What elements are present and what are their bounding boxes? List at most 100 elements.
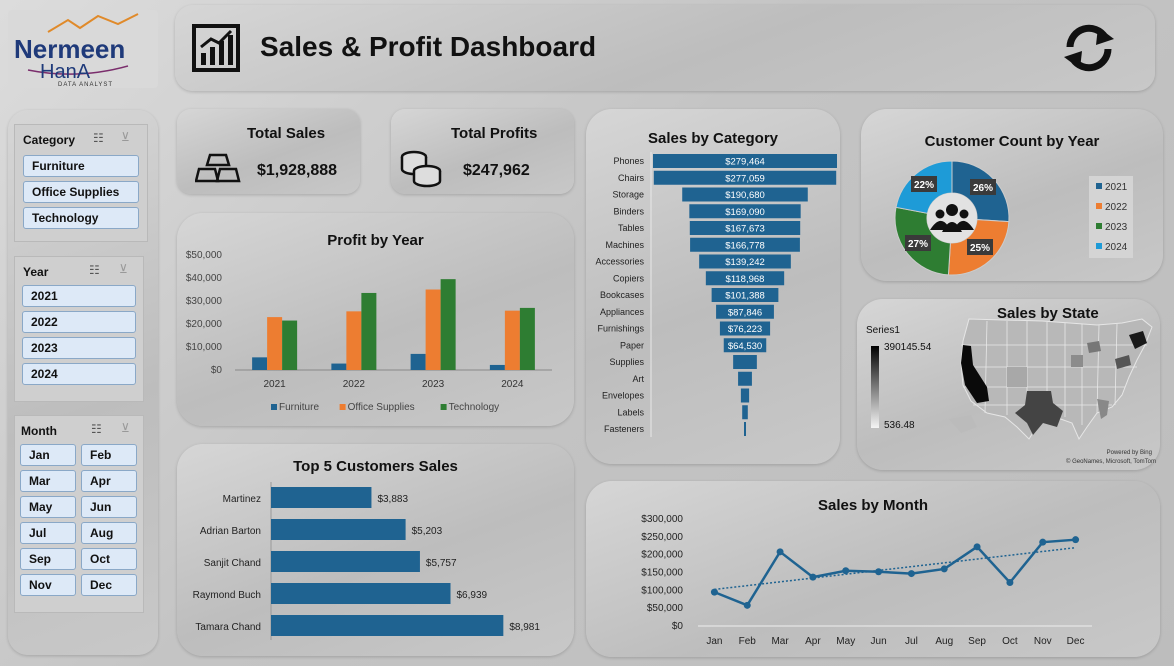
slicer-item-technology[interactable]: Technology [23,207,139,229]
data-label: $101,388 [725,291,765,302]
data-label: $277,059 [725,173,765,184]
x-tick-label: Mar [771,636,789,647]
data-label: 26% [973,183,993,194]
category-label: Bookcases [600,290,645,300]
legend-swatch [339,404,346,410]
slicer-item-mar[interactable]: Mar [20,470,76,492]
x-tick-label: 2022 [343,379,366,390]
kpi-total-sales: Total Sales $1,928,888 [177,109,360,194]
legend-swatch [1096,183,1102,189]
data-label: $5,757 [426,558,457,569]
logo: Nermeen HanA DATA ANALYST [8,10,158,88]
slicer-item-jul[interactable]: Jul [20,522,76,544]
data-label: 25% [970,243,990,254]
clear-filter-icon[interactable]: ⊻ [119,262,128,276]
x-tick-label: Jun [871,636,887,647]
slicer-item-may[interactable]: May [20,496,76,518]
y-tick-label: $0 [672,621,684,632]
data-point [907,570,915,578]
category-bar [738,371,752,386]
slicer-item-2023[interactable]: 2023 [22,337,136,359]
x-tick-label: Dec [1067,636,1085,647]
data-label: $118,968 [726,274,765,285]
category-label: Art [632,374,644,384]
slicer-item-2022[interactable]: 2022 [22,311,136,333]
multi-select-icon[interactable]: ☷ [91,422,102,436]
data-label: $76,223 [728,324,762,335]
legend-label: Office Supplies [348,402,415,413]
legend-swatch [440,404,447,410]
slicer-item-feb[interactable]: Feb [81,444,137,466]
slicer-year-title: Year [23,265,49,279]
data-label: $279,464 [725,157,765,168]
slicer-item-2024[interactable]: 2024 [22,363,136,385]
legend-swatch [1096,223,1102,229]
page-title: Sales & Profit Dashboard [260,31,597,62]
slicer-item-oct[interactable]: Oct [81,548,137,570]
legend-label: 2023 [1105,222,1128,233]
legend-swatch [1096,243,1102,249]
y-tick-label: $40,000 [186,273,223,284]
slicer-item-nov[interactable]: Nov [20,574,76,596]
coins-icon [400,150,442,188]
category-label: Envelopes [602,391,645,401]
slicer-item-apr[interactable]: Apr [81,470,137,492]
y-tick-label: $200,000 [641,550,683,561]
x-tick-label: Sep [968,636,986,647]
data-point [710,588,718,596]
slicer-item-sep[interactable]: Sep [20,548,76,570]
category-label: Machines [605,240,644,250]
sales-by-state-card: Sales by State Series1 390145.54 536.48 … [857,299,1160,470]
slicer-item-furniture[interactable]: Furniture [23,155,139,177]
bar-furniture [331,363,347,370]
sales-line [713,538,1076,607]
refresh-icon[interactable] [1060,23,1118,73]
x-tick-label: Aug [935,636,953,647]
category-label: Phones [613,156,644,166]
slicer-category: Category ☷ ⊻ Furniture Office Supplies T… [14,124,148,242]
people-icon [946,204,958,216]
clear-filter-icon[interactable]: ⊻ [121,130,130,144]
data-point [973,543,981,551]
category-bar [742,405,748,420]
slicer-item-aug[interactable]: Aug [81,522,137,544]
multi-select-icon[interactable]: ☷ [89,263,100,277]
category-bar [740,388,750,403]
y-tick-label: $150,000 [641,568,683,579]
map-credit: © GeoNames, Microsoft, TomTom [1066,459,1156,465]
category-bar [733,355,757,369]
slicer-item-2021[interactable]: 2021 [22,285,136,307]
sales-by-month-chart: $0 $50,000 $100,000 $150,000 $200,000 $250,00… [641,514,1092,647]
legend-swatch [1096,203,1102,209]
slicer-item-jan[interactable]: Jan [20,444,76,466]
customer-bar [271,615,504,636]
map-legend-max: 390145.54 [884,342,932,353]
legend-swatch [271,404,277,410]
slicer-item-jun[interactable]: Jun [81,496,137,518]
data-point [842,567,850,575]
customer-bar [271,583,451,604]
kpi-total-profits: Total Profits $247,962 [391,109,574,194]
top-customers-chart: Martinez $3,883 Adrian Barton $5,203 Sanjit … [193,482,540,640]
data-label: $139,242 [725,257,765,268]
multi-select-icon[interactable]: ☷ [93,131,104,145]
category-label: Fasteners [604,424,645,434]
bar-technology [361,292,377,370]
kpi-profit-label: Total Profits [451,125,538,142]
slicer-item-dec[interactable]: Dec [81,574,137,596]
category-label: Binders [613,206,644,216]
customer-bar [271,551,420,572]
data-point [1039,538,1047,546]
donut-hole [927,193,977,243]
category-label: Supplies [609,357,644,367]
slicer-item-office-supplies[interactable]: Office Supplies [23,181,139,203]
data-point [1072,536,1080,544]
category-label: Raymond Buch [193,590,261,601]
x-tick-label: 2021 [264,379,287,390]
top-customers-card: Top 5 Customers Sales Martinez $3,883 Adri… [177,444,574,656]
clear-filter-icon[interactable]: ⊻ [121,421,130,435]
y-tick-label: $250,000 [641,532,683,543]
data-point [743,601,751,609]
bar-furniture [410,353,426,370]
customer-count-card: Customer Count by Year 26% 25% 27% 22% 2021 2… [861,109,1163,281]
